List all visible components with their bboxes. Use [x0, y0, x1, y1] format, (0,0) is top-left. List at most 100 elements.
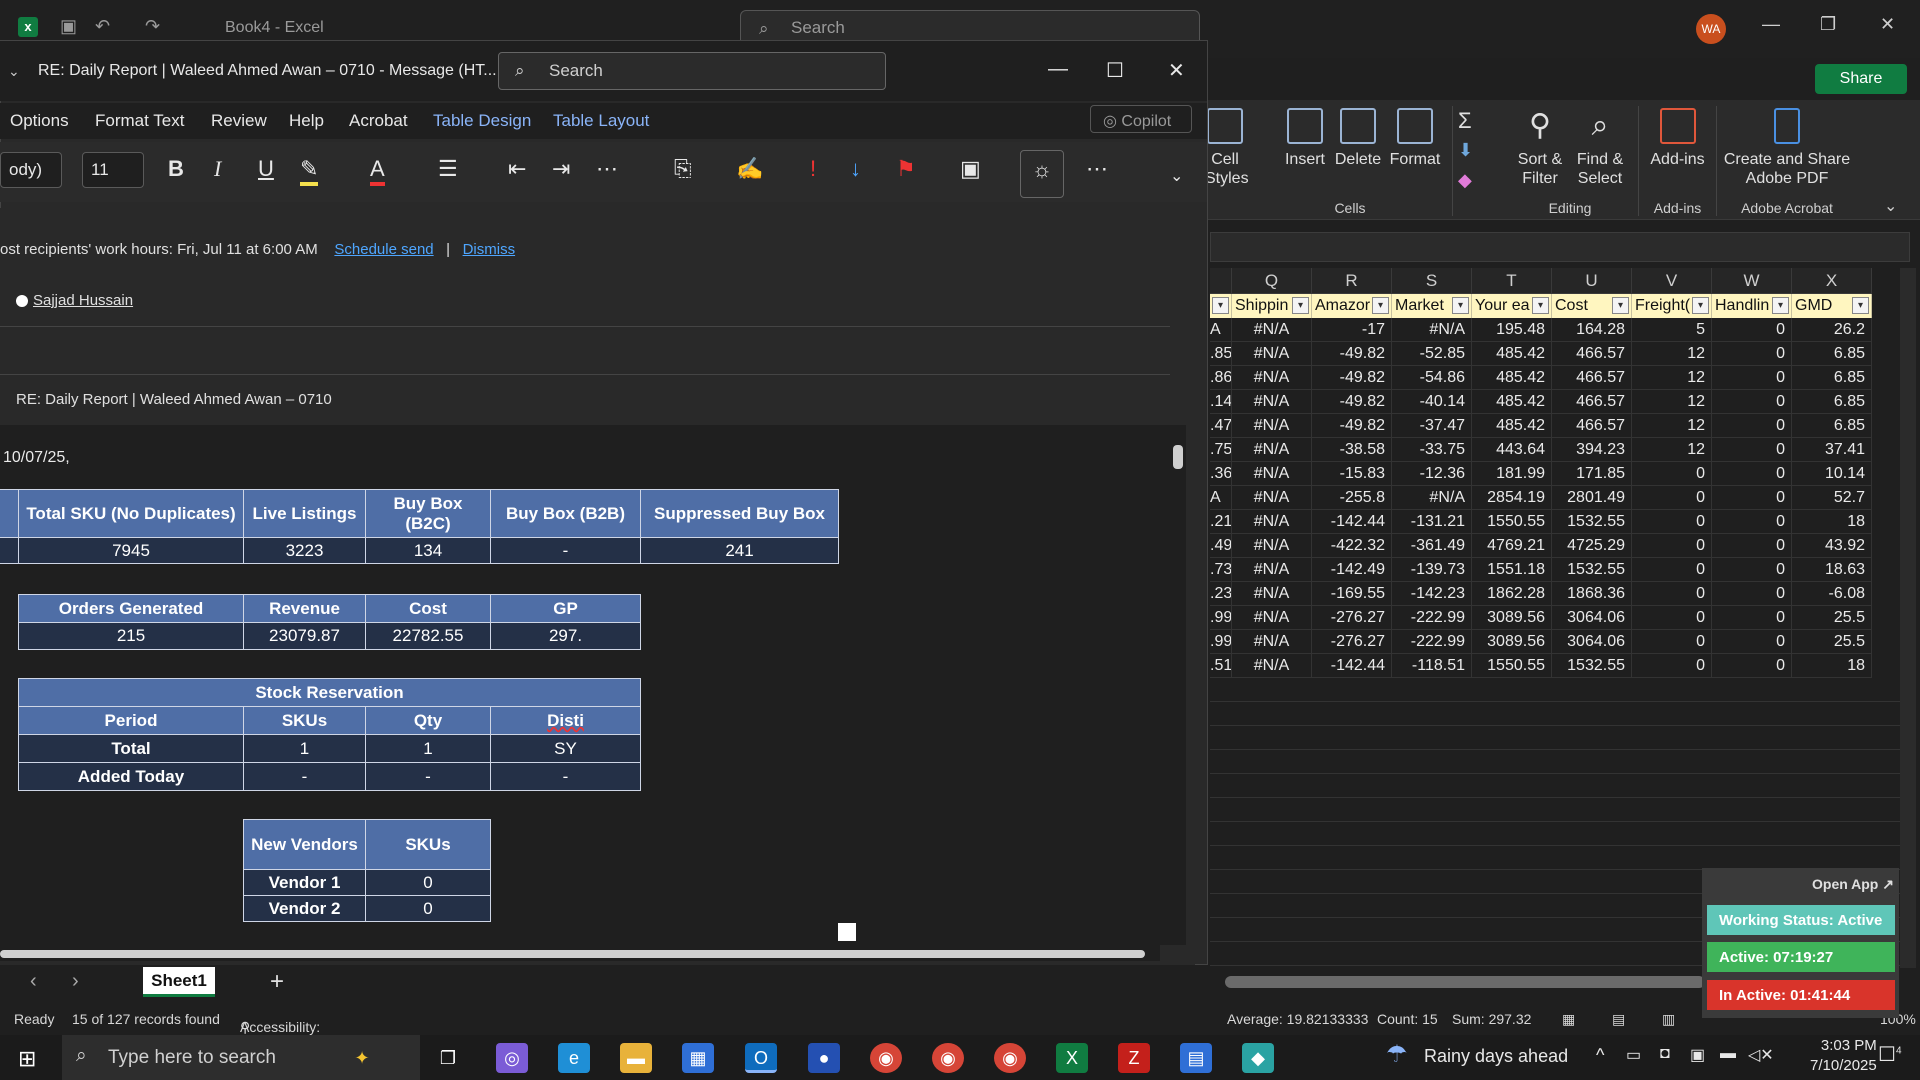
table-cell[interactable]: 3089.56 — [1472, 630, 1552, 654]
chevron-up-icon[interactable]: ^ — [1596, 1045, 1604, 1066]
table-cell[interactable]: 0 — [1632, 510, 1712, 534]
table-cell[interactable]: 6.85 — [1792, 414, 1872, 438]
table-cell[interactable]: A — [1210, 318, 1232, 342]
table-cell[interactable]: 394.23 — [1552, 438, 1632, 462]
table-cell[interactable]: 12 — [1632, 414, 1712, 438]
table-cell[interactable]: 0 — [1712, 438, 1792, 462]
table-cell[interactable]: -49.82 — [1312, 342, 1392, 366]
tab-review[interactable]: Review — [211, 111, 267, 131]
table-row[interactable] — [1210, 846, 1900, 870]
table-cell[interactable]: -49.82 — [1312, 390, 1392, 414]
chevron-down-icon[interactable]: ⌄ — [8, 63, 20, 80]
table-cell[interactable]: 164.28 — [1552, 318, 1632, 342]
table-cell[interactable]: -37.47 — [1392, 414, 1472, 438]
table-row[interactable] — [1210, 774, 1900, 798]
table-cell[interactable]: 2854.19 — [1472, 486, 1552, 510]
table-cell[interactable]: .75 — [1210, 438, 1232, 462]
filter-header[interactable]: GMD ▾ — [1792, 294, 1872, 318]
font-color-icon[interactable]: A — [370, 156, 385, 186]
table-resize-handle[interactable] — [838, 923, 856, 941]
table-row[interactable] — [1210, 702, 1900, 726]
tab-table-design[interactable]: Table Design — [433, 111, 531, 131]
subject-line[interactable]: RE: Daily Report | Waleed Ahmed Awan – 0… — [16, 391, 332, 408]
table-cell[interactable]: 485.42 — [1472, 414, 1552, 438]
table-cell[interactable]: #N/A — [1392, 318, 1472, 342]
table-cell[interactable]: -52.85 — [1392, 342, 1472, 366]
table-cell[interactable]: #N/A — [1232, 534, 1312, 558]
table-cell[interactable]: 443.64 — [1472, 438, 1552, 462]
table-cell[interactable]: -118.51 — [1392, 654, 1472, 678]
table-cell[interactable]: 10.14 — [1792, 462, 1872, 486]
table-cell[interactable]: 0 — [1712, 414, 1792, 438]
table-cell[interactable]: 0 — [1712, 606, 1792, 630]
recipient-name[interactable]: Sajjad Hussain — [33, 292, 133, 309]
formula-bar[interactable] — [1210, 232, 1910, 262]
table-cell[interactable]: .73 — [1210, 558, 1232, 582]
table-cell[interactable]: -222.99 — [1392, 606, 1472, 630]
table-cell[interactable]: A — [1210, 486, 1232, 510]
avatar[interactable]: WA — [1696, 14, 1726, 44]
table-cell[interactable]: .14 — [1210, 390, 1232, 414]
table-cell[interactable]: #N/A — [1232, 582, 1312, 606]
table-cell[interactable]: -15.83 — [1312, 462, 1392, 486]
table-cell[interactable]: 0 — [1632, 630, 1712, 654]
flag-icon[interactable]: ⚑ — [896, 156, 916, 182]
sort-filter-button[interactable]: ⚲ Sort & Filter — [1510, 108, 1570, 188]
column-header[interactable]: S — [1392, 268, 1472, 294]
table-cell[interactable]: -142.44 — [1312, 510, 1392, 534]
table-cell[interactable]: -422.32 — [1312, 534, 1392, 558]
table-cell[interactable]: 18.63 — [1792, 558, 1872, 582]
filter-dropdown-icon[interactable]: ▾ — [1692, 297, 1709, 314]
filter-header[interactable]: Market ▾ — [1392, 294, 1472, 318]
table-cell[interactable]: #N/A — [1232, 438, 1312, 462]
table-cell[interactable]: 6.85 — [1792, 390, 1872, 414]
font-size-select[interactable]: 11 — [82, 152, 144, 188]
table-cell[interactable]: #N/A — [1232, 462, 1312, 486]
add-sheet-icon[interactable]: + — [270, 968, 284, 996]
table-cell[interactable]: #N/A — [1232, 510, 1312, 534]
chevron-down-icon[interactable]: ⌄ — [1170, 166, 1183, 186]
copilot-icon[interactable]: ✦ — [346, 1043, 378, 1073]
table-cell[interactable]: .21 — [1210, 510, 1232, 534]
scrollbar-thumb[interactable] — [1173, 445, 1183, 469]
table-cell[interactable]: 1868.36 — [1552, 582, 1632, 606]
table-cell[interactable]: 171.85 — [1552, 462, 1632, 486]
table-cell[interactable]: #N/A — [1232, 654, 1312, 678]
app-icon[interactable]: ◆ — [1242, 1043, 1274, 1073]
restore-icon[interactable]: ❐ — [1820, 14, 1836, 35]
bold-icon[interactable]: B — [168, 156, 184, 182]
table-cell[interactable]: 12 — [1632, 390, 1712, 414]
table-cell[interactable]: 3089.56 — [1472, 606, 1552, 630]
table-cell[interactable]: 26.2 — [1792, 318, 1872, 342]
table-cell[interactable]: -142.49 — [1312, 558, 1392, 582]
column-header[interactable]: R — [1312, 268, 1392, 294]
table-cell[interactable]: #N/A — [1232, 390, 1312, 414]
attach-icon[interactable]: ⎘ — [674, 156, 692, 182]
table-cell[interactable]: .99 — [1210, 630, 1232, 654]
table-cell[interactable]: #N/A — [1392, 486, 1472, 510]
table-cell[interactable]: #N/A — [1232, 486, 1312, 510]
undo-icon[interactable]: ↶ — [95, 16, 110, 37]
column-header[interactable]: W — [1712, 268, 1792, 294]
tab-acrobat[interactable]: Acrobat — [349, 111, 408, 131]
table-cell[interactable]: 1862.28 — [1472, 582, 1552, 606]
filter-dropdown-icon[interactable]: ▾ — [1452, 297, 1469, 314]
table-cell[interactable]: 485.42 — [1472, 342, 1552, 366]
redo-icon[interactable]: ↷ — [145, 16, 160, 37]
table-cell[interactable]: -54.86 — [1392, 366, 1472, 390]
table-cell[interactable]: #N/A — [1232, 366, 1312, 390]
table-cell[interactable]: 466.57 — [1552, 390, 1632, 414]
minimize-icon[interactable]: — — [1048, 58, 1068, 81]
signature-icon[interactable]: ✍ — [736, 156, 763, 182]
table-cell[interactable]: -142.44 — [1312, 654, 1392, 678]
table-cell[interactable]: 0 — [1712, 318, 1792, 342]
table-cell[interactable]: 181.99 — [1472, 462, 1552, 486]
font-style-select[interactable]: ody) — [0, 152, 62, 188]
table-cell[interactable]: 0 — [1632, 654, 1712, 678]
table-cell[interactable]: 485.42 — [1472, 390, 1552, 414]
cell-styles-button[interactable]: Cell Styles — [1205, 108, 1249, 188]
copilot-button[interactable]: ◎ Copilot — [1090, 105, 1192, 133]
table-cell[interactable]: 12 — [1632, 438, 1712, 462]
add-ins-button[interactable]: Add-ins — [1645, 108, 1710, 169]
table-cell[interactable]: 18 — [1792, 510, 1872, 534]
